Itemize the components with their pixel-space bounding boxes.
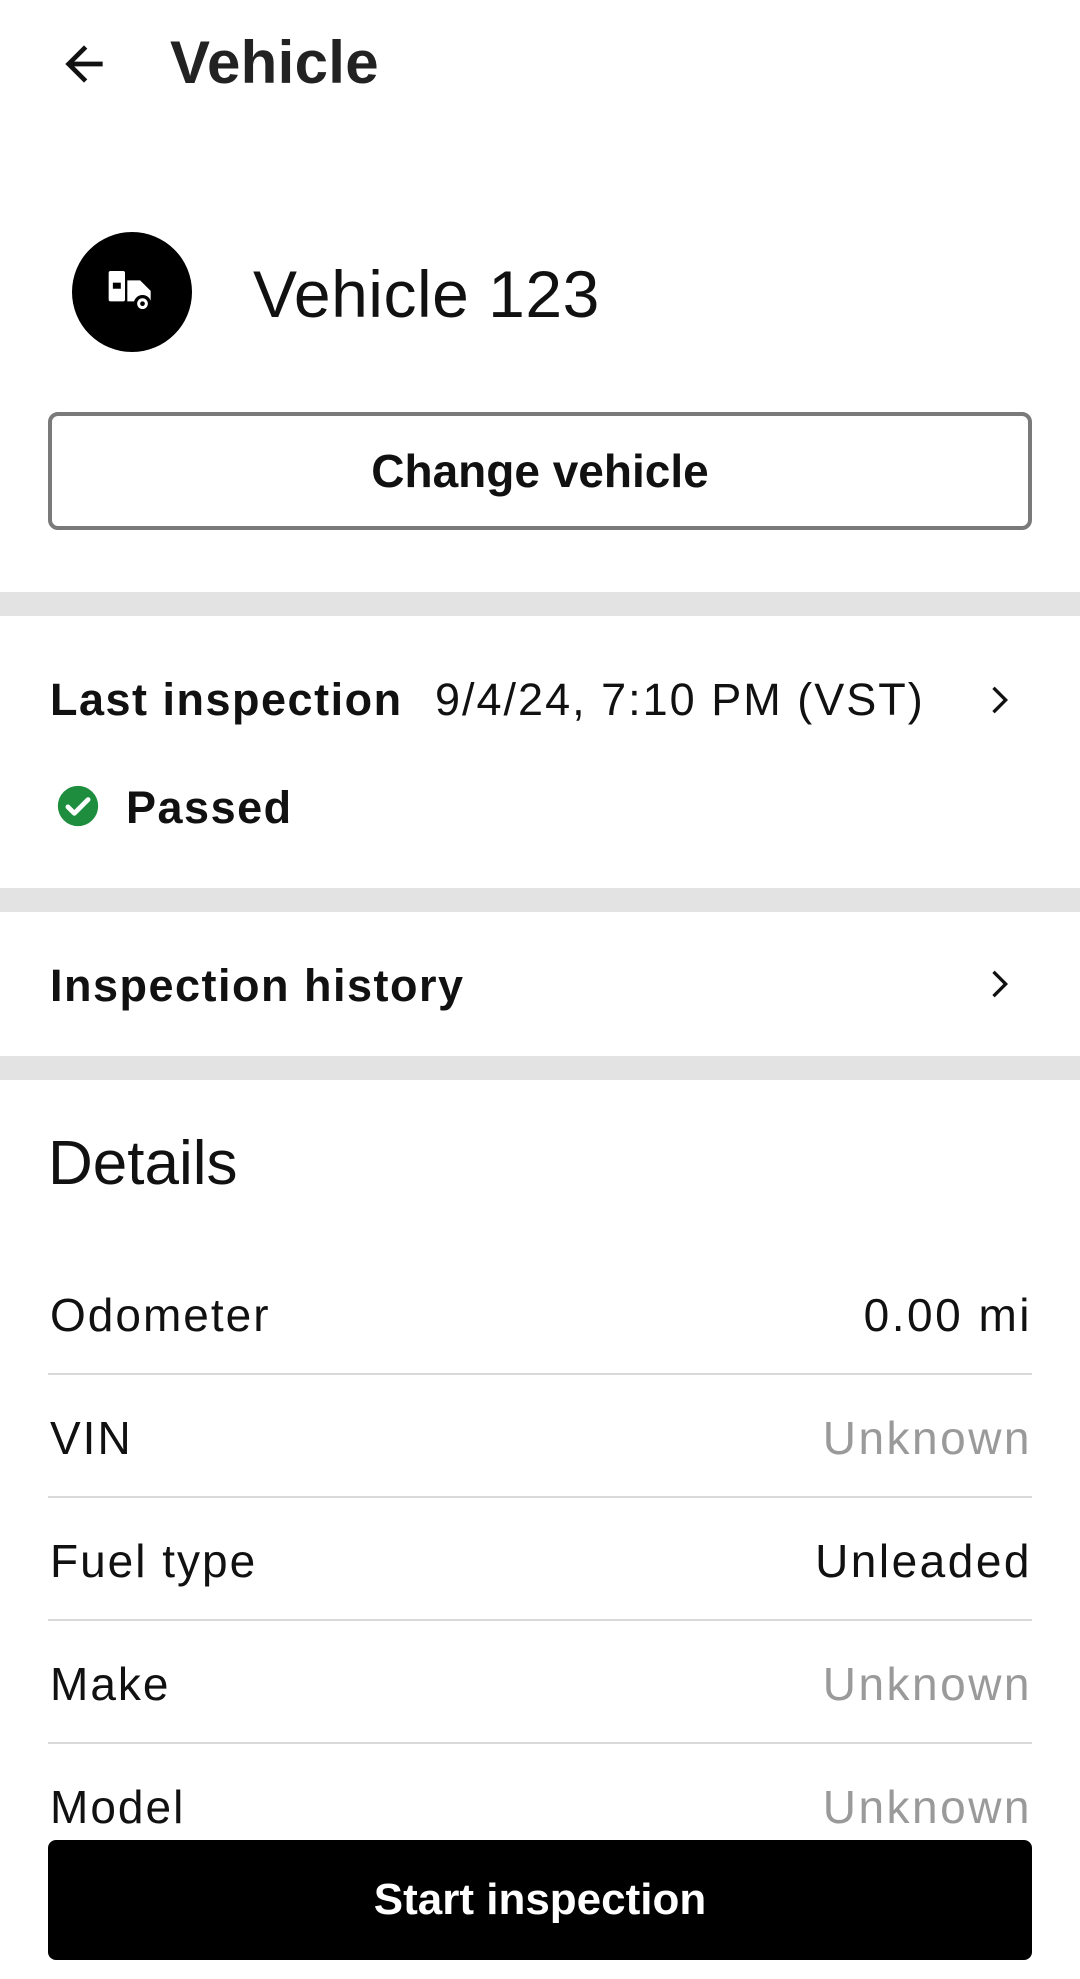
page-title: Vehicle xyxy=(170,29,379,96)
detail-label: Model xyxy=(50,1781,186,1833)
truck-icon xyxy=(108,271,152,313)
detail-value: Unknown xyxy=(822,1781,1032,1833)
inspection-status: Passed xyxy=(0,770,600,850)
last-inspection-row[interactable]: Last inspection 9/4/24, 7:10 PM (VST) xyxy=(0,640,1080,760)
detail-value: Unleaded xyxy=(815,1535,1032,1587)
vehicle-name: Vehicle 123 xyxy=(253,257,600,331)
detail-label: Fuel type xyxy=(50,1535,258,1587)
section-divider xyxy=(0,592,1080,616)
detail-row-fuel-type: Fuel type Unleaded xyxy=(48,1498,1032,1621)
vehicle-screen: Vehicle Vehicle 123 Change vehicle Last … xyxy=(0,0,1080,1979)
chevron-right-icon xyxy=(992,970,1008,998)
detail-label: Make xyxy=(50,1658,171,1710)
vehicle-avatar xyxy=(72,232,192,352)
detail-value: 0.00 mi xyxy=(863,1289,1032,1341)
detail-row-odometer: Odometer 0.00 mi xyxy=(48,1252,1032,1375)
detail-row-make: Make Unknown xyxy=(48,1621,1032,1744)
detail-value: Unknown xyxy=(822,1412,1032,1464)
change-vehicle-button[interactable]: Change vehicle xyxy=(48,412,1032,530)
section-divider xyxy=(0,1056,1080,1080)
inspection-history-label: Inspection history xyxy=(50,960,465,1011)
section-divider xyxy=(0,888,1080,912)
details-title: Details xyxy=(48,1129,238,1198)
back-button[interactable] xyxy=(38,24,130,104)
detail-label: Odometer xyxy=(50,1289,271,1341)
app-bar: Vehicle xyxy=(0,0,1080,130)
detail-row-vin: VIN Unknown xyxy=(48,1375,1032,1498)
last-inspection-datetime: 9/4/24, 7:10 PM (VST) xyxy=(435,674,925,725)
detail-label: VIN xyxy=(50,1412,133,1464)
arrow-left-icon xyxy=(65,45,103,83)
last-inspection-label: Last inspection xyxy=(50,674,403,725)
check-circle-icon xyxy=(57,785,99,827)
chevron-right-icon xyxy=(992,686,1008,714)
inspection-history-row[interactable]: Inspection history xyxy=(0,912,1080,1056)
detail-value: Unknown xyxy=(822,1658,1032,1710)
start-inspection-button[interactable]: Start inspection xyxy=(48,1840,1032,1960)
status-text: Passed xyxy=(126,782,293,833)
